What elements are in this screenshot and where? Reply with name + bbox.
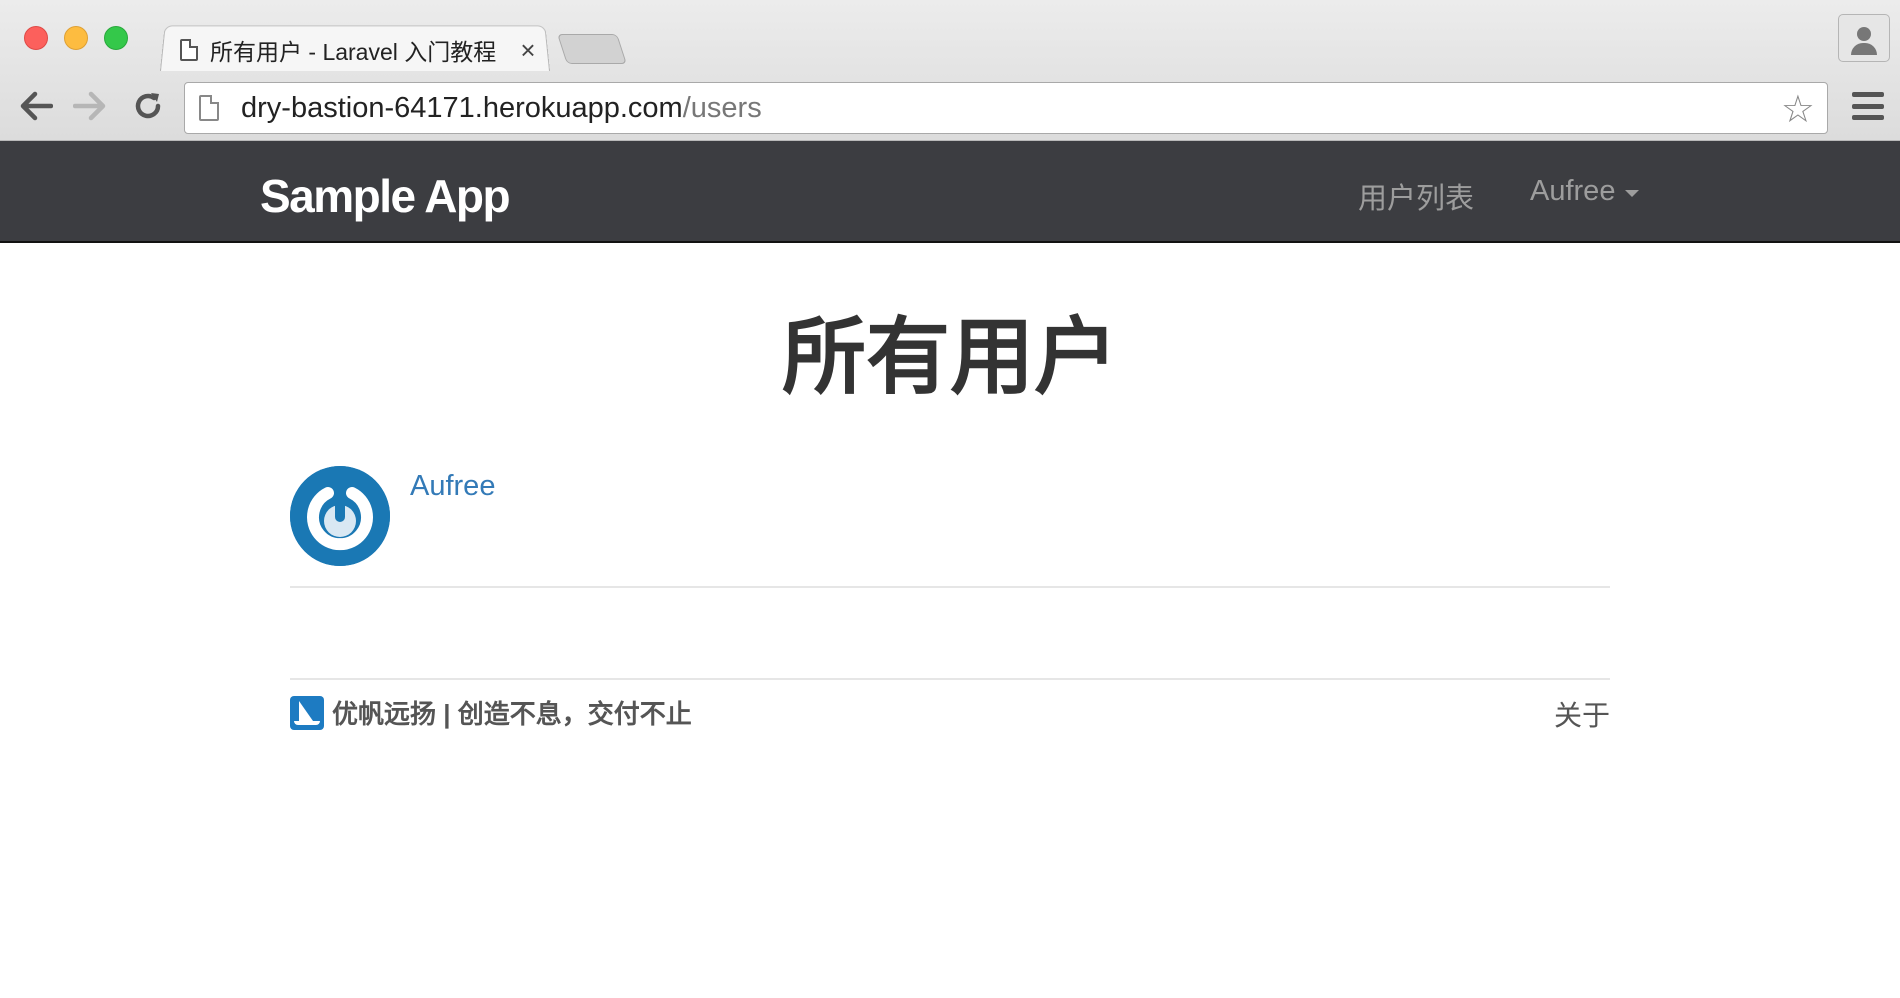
app-navbar: Sample App 用户列表 Aufree [0,141,1900,243]
power-icon [290,466,390,566]
footer-about-link[interactable]: 关于 [1554,694,1610,734]
url-host: dry-bastion-64171.herokuapp.com [241,91,683,124]
tab-title: 所有用户 - Laravel 入门教程 [210,39,497,65]
window-maximize-button[interactable] [104,26,128,50]
page-title: 所有用户 [781,310,1118,404]
brand-link[interactable]: Sample App [260,169,511,223]
new-tab-button[interactable] [557,34,627,64]
account-label: Aufree [1530,175,1616,207]
address-bar[interactable]: dry-bastion-64171.herokuapp.com/users ☆ [184,82,1828,134]
user-name-link[interactable]: Aufree [410,470,495,503]
window-minimize-button[interactable] [64,26,88,50]
sailboat-logo-icon [290,695,324,730]
page-icon [180,39,198,61]
list-item: Aufree [290,466,1610,588]
browser-chrome: 所有用户 - Laravel 入门教程 × dry-bastion-64171.… [0,0,1900,141]
back-arrow-icon[interactable] [16,86,56,126]
forward-arrow-icon[interactable] [70,86,110,126]
caret-down-icon [1625,190,1640,197]
tab-close-icon[interactable]: × [516,35,540,66]
profile-icon [1857,27,1871,41]
profile-button[interactable] [1838,14,1890,62]
window-close-button[interactable] [24,26,48,50]
menu-icon[interactable] [1852,92,1884,120]
account-dropdown[interactable]: Aufree [1530,175,1640,208]
star-icon[interactable]: ☆ [1781,87,1815,132]
footer-brand-group: 优帆远扬 | 创造不息，交付不止 [290,694,692,731]
url-path: /users [682,91,762,124]
reload-icon[interactable] [128,86,168,126]
page-icon [199,95,219,121]
avatar[interactable] [290,466,390,566]
browser-tab-content[interactable]: 所有用户 - Laravel 入门教程 × [180,30,540,70]
nav-users-link[interactable]: 用户列表 [1358,175,1474,217]
footer: 优帆远扬 | 创造不息，交付不止 关于 [290,678,1610,738]
footer-brand: 优帆远扬 | 创造不息，交付不止 [332,699,692,729]
